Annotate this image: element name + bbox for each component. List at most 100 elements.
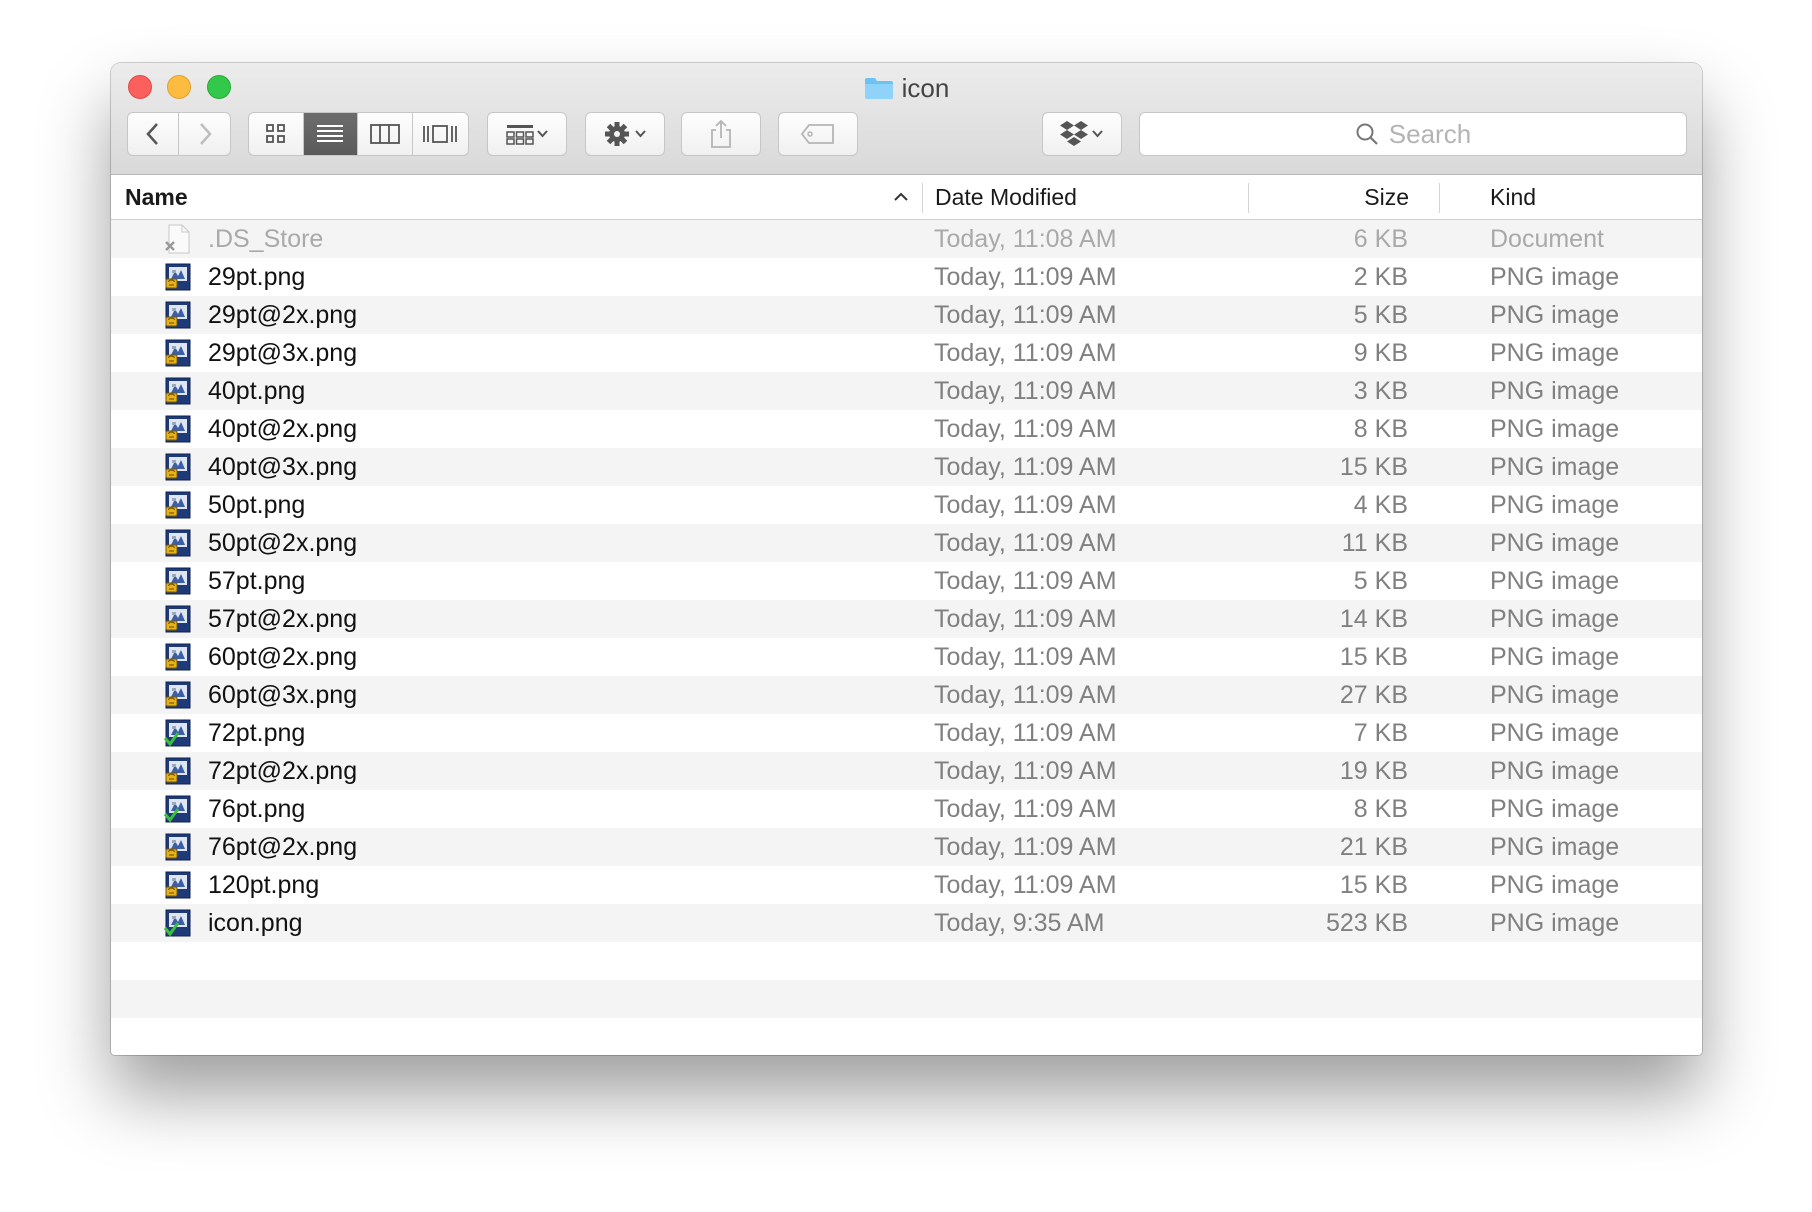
date-column-label: Date Modified	[935, 183, 1077, 210]
blank-doc-icon	[163, 224, 193, 254]
back-forward-control	[127, 112, 231, 156]
file-date-modified: Today, 11:09 AM	[934, 453, 1117, 481]
file-row[interactable]: 57pt.png Today, 11:09 AM 5 KB PNG image	[111, 562, 1702, 600]
icon-view-icon	[265, 124, 285, 143]
file-kind: PNG image	[1490, 263, 1620, 291]
file-row[interactable]: 29pt@2x.png Today, 11:09 AM 5 KB PNG image	[111, 296, 1702, 334]
file-row[interactable]: 60pt@3x.png Today, 11:09 AM 27 KB PNG image	[111, 676, 1702, 714]
file-kind: PNG image	[1490, 719, 1620, 747]
list-view-icon	[317, 125, 344, 142]
tag-icon	[800, 124, 834, 144]
title-bar: icon Search	[111, 63, 1702, 175]
file-size: 9 KB	[1353, 339, 1408, 367]
file-date-modified: Today, 11:09 AM	[934, 301, 1117, 329]
png-preview-icon	[163, 452, 193, 482]
file-date-modified: Today, 11:09 AM	[934, 681, 1117, 709]
file-row[interactable]: 76pt.png Today, 11:09 AM 8 KB PNG image	[111, 790, 1702, 828]
date-column-header[interactable]: Date Modified	[935, 175, 1235, 219]
dropbox-button[interactable]	[1042, 112, 1122, 156]
kind-column-label: Kind	[1490, 183, 1537, 210]
file-row[interactable]: .DS_Store Today, 11:08 AM 6 KB Document	[111, 220, 1702, 258]
file-name: 50pt.png	[208, 491, 306, 519]
file-size: 19 KB	[1339, 757, 1408, 785]
arrange-button[interactable]	[487, 112, 567, 156]
file-row[interactable]: 40pt@3x.png Today, 11:09 AM 15 KB PNG image	[111, 448, 1702, 486]
file-row[interactable]: 72pt@2x.png Today, 11:09 AM 19 KB PNG image	[111, 752, 1702, 790]
forward-button[interactable]	[179, 113, 230, 155]
cover-flow-button[interactable]	[413, 113, 468, 155]
png-preview-icon	[163, 604, 193, 634]
file-size: 21 KB	[1339, 833, 1408, 861]
png-preview-check-icon	[163, 718, 193, 748]
file-row[interactable]: 40pt@2x.png Today, 11:09 AM 8 KB PNG image	[111, 410, 1702, 448]
file-name: 60pt@3x.png	[208, 681, 358, 709]
name-column-header[interactable]: Name	[125, 175, 915, 219]
file-name: .DS_Store	[208, 225, 324, 253]
file-date-modified: Today, 11:08 AM	[934, 225, 1117, 253]
png-preview-icon	[163, 300, 193, 330]
file-date-modified: Today, 11:09 AM	[934, 605, 1117, 633]
chevron-left-icon	[146, 123, 158, 145]
file-date-modified: Today, 11:09 AM	[934, 757, 1117, 785]
size-column-header[interactable]: Size	[1251, 175, 1409, 219]
share-button[interactable]	[681, 112, 761, 156]
png-preview-icon	[163, 680, 193, 710]
file-size: 4 KB	[1353, 491, 1408, 519]
column-divider[interactable]	[1248, 183, 1249, 213]
file-row[interactable]: 120pt.png Today, 11:09 AM 15 KB PNG image	[111, 866, 1702, 904]
file-kind: PNG image	[1490, 453, 1620, 481]
list-view-button[interactable]	[303, 113, 358, 155]
file-name: 72pt@2x.png	[208, 757, 358, 785]
file-name: 60pt@2x.png	[208, 643, 358, 671]
file-row[interactable]: 50pt.png Today, 11:09 AM 4 KB PNG image	[111, 486, 1702, 524]
size-column-label: Size	[1364, 183, 1409, 210]
file-row[interactable]: 57pt@2x.png Today, 11:09 AM 14 KB PNG image	[111, 600, 1702, 638]
column-divider[interactable]	[922, 183, 923, 213]
chevron-up-icon	[894, 192, 908, 201]
file-row[interactable]: 29pt@3x.png Today, 11:09 AM 9 KB PNG image	[111, 334, 1702, 372]
png-preview-icon	[163, 414, 193, 444]
file-size: 27 KB	[1339, 681, 1408, 709]
file-date-modified: Today, 11:09 AM	[934, 377, 1117, 405]
file-size: 8 KB	[1353, 415, 1408, 443]
file-kind: Document	[1490, 225, 1604, 253]
file-date-modified: Today, 11:09 AM	[934, 529, 1117, 557]
search-icon	[1356, 123, 1378, 145]
png-preview-icon	[163, 490, 193, 520]
file-size: 15 KB	[1339, 453, 1408, 481]
file-list: .DS_Store Today, 11:08 AM 6 KB Document 29pt…	[111, 220, 1702, 1055]
file-row[interactable]: 40pt.png Today, 11:09 AM 3 KB PNG image	[111, 372, 1702, 410]
file-name: 57pt.png	[208, 567, 306, 595]
file-name: 40pt@3x.png	[208, 453, 358, 481]
file-date-modified: Today, 11:09 AM	[934, 833, 1117, 861]
png-preview-check-icon	[163, 794, 193, 824]
file-name: 50pt@2x.png	[208, 529, 358, 557]
file-kind: PNG image	[1490, 529, 1620, 557]
file-kind: PNG image	[1490, 833, 1620, 861]
back-button[interactable]	[128, 113, 180, 155]
name-column-label: Name	[125, 183, 188, 210]
file-row[interactable]: 72pt.png Today, 11:09 AM 7 KB PNG image	[111, 714, 1702, 752]
file-name: 120pt.png	[208, 871, 320, 899]
file-date-modified: Today, 11:09 AM	[934, 871, 1117, 899]
action-menu-button[interactable]	[585, 112, 665, 156]
icon-view-button[interactable]	[249, 113, 304, 155]
file-name: 29pt@3x.png	[208, 339, 358, 367]
file-row[interactable]: 60pt@2x.png Today, 11:09 AM 15 KB PNG image	[111, 638, 1702, 676]
file-date-modified: Today, 11:09 AM	[934, 415, 1117, 443]
file-name: icon.png	[208, 909, 303, 937]
file-row[interactable]: 50pt@2x.png Today, 11:09 AM 11 KB PNG image	[111, 524, 1702, 562]
file-name: 40pt.png	[208, 377, 306, 405]
column-divider[interactable]	[1439, 183, 1440, 213]
search-field[interactable]: Search	[1139, 112, 1687, 156]
file-date-modified: Today, 11:09 AM	[934, 795, 1117, 823]
file-row[interactable]: 76pt@2x.png Today, 11:09 AM 21 KB PNG image	[111, 828, 1702, 866]
png-preview-icon	[163, 566, 193, 596]
file-row[interactable]: icon.png Today, 9:35 AM 523 KB PNG image	[111, 904, 1702, 942]
tag-button[interactable]	[778, 112, 858, 156]
png-preview-icon	[163, 870, 193, 900]
file-row[interactable]: 29pt.png Today, 11:09 AM 2 KB PNG image	[111, 258, 1702, 296]
kind-column-header[interactable]: Kind	[1490, 175, 1690, 219]
file-kind: PNG image	[1490, 491, 1620, 519]
column-view-button[interactable]	[358, 113, 413, 155]
